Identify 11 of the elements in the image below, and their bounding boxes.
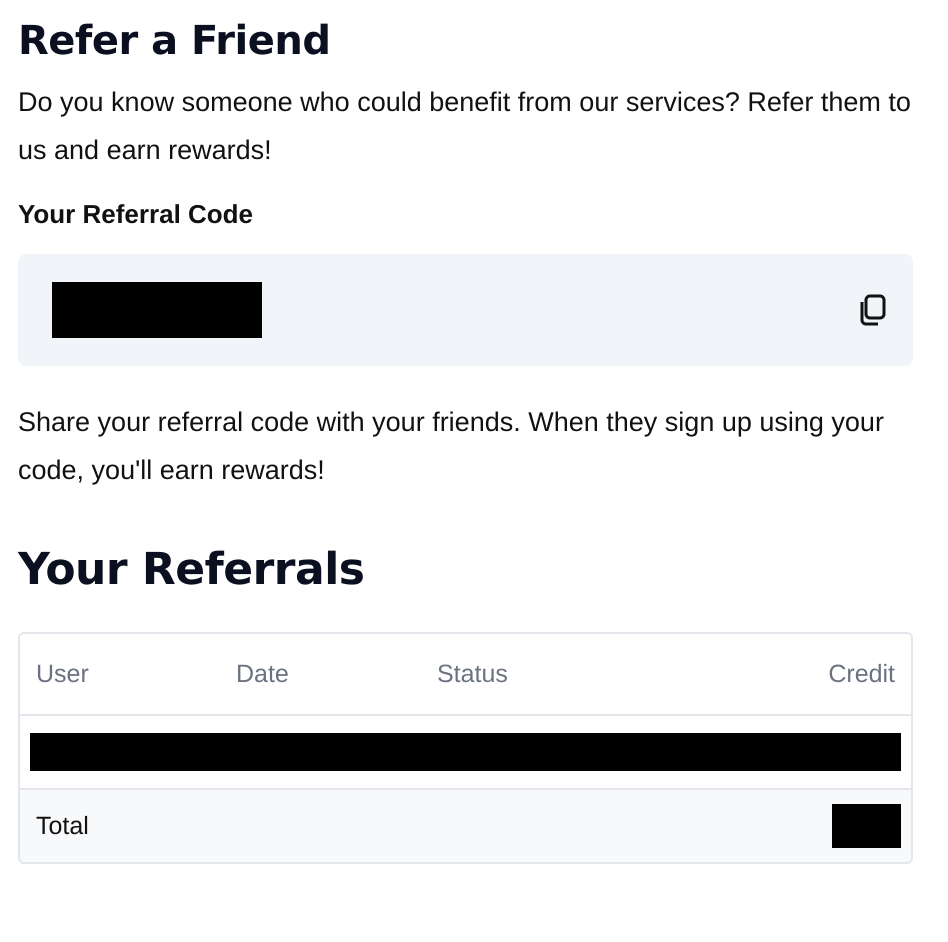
total-label: Total: [36, 812, 89, 840]
column-header: Credit: [827, 660, 895, 688]
referrals-title: Your Referrals: [18, 543, 366, 597]
share-note: Share your referral code with your friends. When they sign up using your code, you'll earn rewards!: [18, 406, 885, 487]
column-header: User: [36, 660, 90, 688]
page-title: Refer a Friend: [18, 17, 332, 66]
redaction-block: [832, 804, 901, 848]
referral-code-label: Your Referral Code: [18, 198, 254, 231]
intro-text: Do you know someone who could benefit from our services? Refer them to us and earn rewards!: [18, 86, 912, 167]
column-header: Date: [236, 660, 290, 688]
column-header: Status: [437, 660, 509, 688]
